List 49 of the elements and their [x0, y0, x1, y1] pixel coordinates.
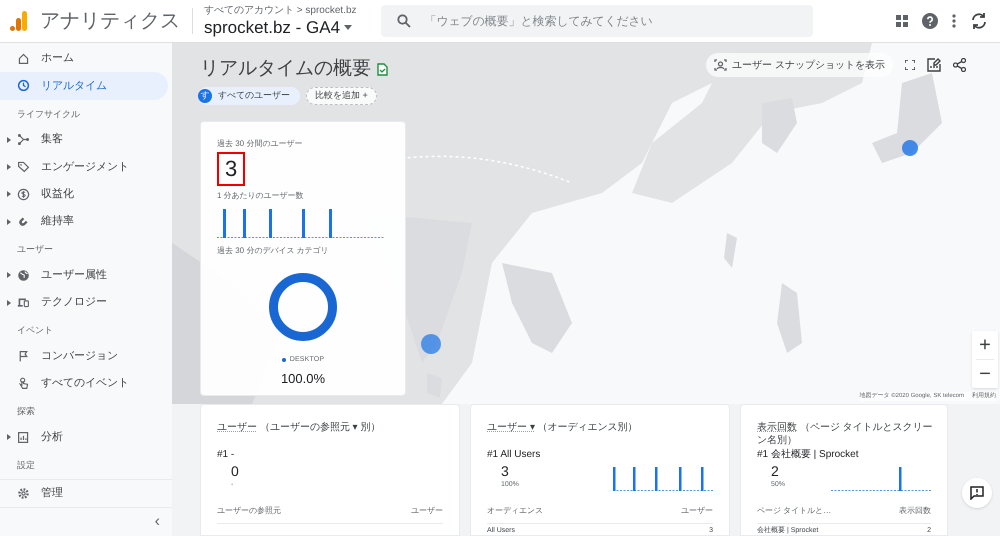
metric-value: 0: [231, 462, 239, 480]
column-header: ユーザー: [411, 504, 443, 516]
add-comparison-button[interactable]: 比較を追加 +: [306, 87, 377, 105]
column-header: ページ タイトルと…: [757, 504, 832, 516]
column-header: ユーザーの参照元: [217, 504, 281, 516]
section-label: ライフサイクル: [17, 108, 80, 121]
nav-item[interactable]: リアルタイム: [0, 72, 168, 100]
zoom-in-button[interactable]: +: [972, 331, 998, 359]
metric-value: 2: [771, 462, 780, 480]
zoom-out-button[interactable]: −: [972, 360, 998, 388]
device-category-label: 過去 30 分のデバイス カテゴリ: [217, 245, 330, 257]
page-title: リアルタイムの概要: [200, 57, 371, 81]
avatar: す: [198, 89, 212, 103]
device-share: 100.0%: [280, 370, 326, 388]
user-snapshot-button[interactable]: ユーザー スナップショットを表示: [706, 53, 893, 77]
column-header: 表示回数: [899, 504, 931, 516]
nav-item[interactable]: 維持率: [0, 208, 168, 236]
card-title[interactable]: 表示回数 （ページ タイトルとスクリーン名別）: [757, 421, 937, 447]
account-breadcrumb[interactable]: すべてのアカウント > sprocket.bz: [204, 6, 357, 16]
rank-label: #1 All Users: [487, 448, 542, 462]
metric-value: 3: [501, 462, 510, 480]
nav-item[interactable]: 集客: [0, 126, 168, 154]
nav-item[interactable]: コンバージョン: [0, 342, 168, 370]
active-users-value: 3: [217, 152, 246, 186]
per-minute-label: 1 分あたりのユーザー数: [217, 190, 305, 202]
segment-chip[interactable]: す すべてのユーザー: [198, 87, 300, 105]
section-label: ユーザー: [17, 243, 53, 256]
card-title[interactable]: ユーザー ▾ （オーディエンス別）: [487, 421, 667, 447]
property-selector[interactable]: sprocket.bz - GA4: [204, 19, 357, 36]
nav-item[interactable]: ユーザー属性: [0, 262, 168, 289]
rank-label: #1 会社概要 | Sprocket: [757, 448, 860, 462]
nav-item[interactable]: テクノロジー: [0, 288, 168, 316]
app-name: アナリティクス: [40, 9, 180, 34]
section-label: イベント: [17, 324, 53, 338]
section-label: 探索: [17, 405, 35, 418]
collapse-button[interactable]: ‹: [154, 514, 160, 530]
search-field[interactable]: 「ウェブの概要」と検索してみてください: [380, 5, 813, 37]
column-header: オーディエンス: [487, 504, 543, 516]
rank-label: #1 -: [217, 448, 236, 462]
nav-item[interactable]: すべてのイベント: [0, 370, 168, 398]
nav-item[interactable]: ホーム: [0, 45, 168, 72]
nav-item[interactable]: 分析: [0, 424, 168, 452]
nav-item[interactable]: エンゲージメント: [0, 153, 168, 181]
segment-label: すべてのユーザー: [218, 89, 290, 102]
nav-item[interactable]: 収益化: [0, 180, 168, 208]
section-label: 設定: [17, 458, 35, 472]
card-title[interactable]: ユーザー （ユーザーの参照元 ▾ 別）: [217, 421, 397, 447]
column-header: ユーザー: [681, 504, 713, 516]
users-label: 過去 30 分間のユーザー: [217, 138, 304, 150]
